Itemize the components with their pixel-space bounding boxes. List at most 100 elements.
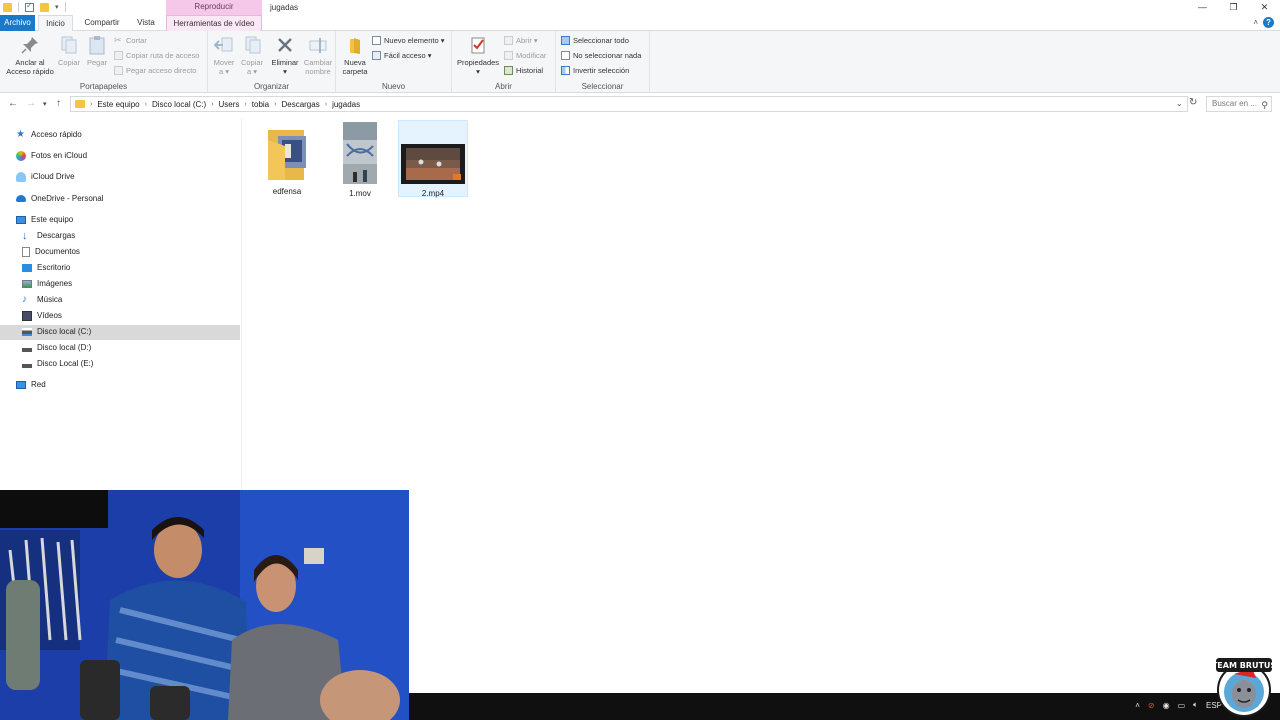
show-hidden-icons-chevron-icon[interactable]: ˄ [1135, 701, 1140, 710]
collapse-ribbon-chevron-icon[interactable]: ˄ [1253, 18, 1258, 27]
back-arrow-icon[interactable]: ← [8, 98, 18, 109]
nav-item-documents[interactable]: Documentos [22, 244, 80, 259]
new-folder-button[interactable]: Nueva carpeta [340, 35, 370, 76]
up-arrow-icon[interactable]: ↑ [56, 98, 61, 109]
breadcrumb-this-pc[interactable]: Este equipo [97, 100, 139, 109]
move-to-icon [214, 37, 233, 52]
tab-file[interactable]: Archivo [0, 15, 35, 31]
breadcrumb-tobia[interactable]: tobia [252, 100, 269, 109]
file-item-folder[interactable]: edfensa [252, 124, 322, 196]
edit-icon [504, 51, 513, 60]
address-bar[interactable]: › Este equipo › Disco local (C:) › Users… [70, 96, 1188, 112]
properties-button[interactable]: Propiedades ▾ [456, 35, 500, 76]
drive-c-icon [22, 327, 32, 336]
paste-shortcut-button[interactable]: Pegar acceso directo [114, 66, 196, 75]
open-icon [504, 36, 513, 45]
copy-to-button[interactable]: Copiar a ▾ [238, 35, 266, 76]
breadcrumb-disk-c[interactable]: Disco local (C:) [152, 100, 206, 109]
folder-thumbnail-icon [268, 130, 306, 180]
nav-item-disk-e[interactable]: Disco Local (E:) [22, 356, 93, 371]
clipboard-group: Anclar al Acceso rápido Copiar Pegar ✂ C… [0, 31, 208, 93]
nav-item-icloud-drive[interactable]: iCloud Drive [16, 169, 75, 184]
maximize-button[interactable]: ❐ [1218, 0, 1249, 15]
file-item-video[interactable]: 1.mov [325, 122, 395, 198]
tab-share[interactable]: Compartir [78, 15, 126, 31]
new-item-button[interactable]: Nuevo elemento ▾ [372, 36, 444, 45]
easy-access-icon [372, 51, 381, 60]
nav-item-pictures[interactable]: Imágenes [22, 276, 72, 291]
ribbon: Anclar al Acceso rápido Copiar Pegar ✂ C… [0, 31, 1280, 93]
select-none-icon [561, 51, 570, 60]
tab-video-tools[interactable]: Herramientas de vídeo [166, 15, 262, 32]
rename-button[interactable]: Cambiar nombre [302, 35, 334, 76]
select-group: Seleccionar todo No seleccionar nada Inv… [556, 31, 650, 93]
copy-button[interactable]: Copiar [56, 35, 82, 67]
nav-item-network[interactable]: Red [16, 377, 46, 392]
antivirus-icon[interactable]: ⊘ [1148, 701, 1155, 710]
easy-access-button[interactable]: Fácil acceso ▾ [372, 51, 432, 60]
invert-selection-button[interactable]: Invertir selección [561, 66, 629, 75]
recent-locations-chevron-icon[interactable]: ▾ [43, 100, 47, 108]
nav-item-this-pc[interactable]: Este equipo [16, 212, 73, 227]
move-to-button[interactable]: Mover a ▾ [210, 35, 238, 76]
history-button[interactable]: Historial [504, 66, 543, 75]
edit-button[interactable]: Modificar [504, 51, 546, 60]
cut-button[interactable]: ✂ Cortar [114, 35, 147, 46]
organize-group-label: Organizar [253, 82, 290, 91]
nav-item-videos[interactable]: Vídeos [22, 308, 62, 323]
open-group-label: Abrir [495, 82, 512, 91]
address-row: ← → ▾ ↑ › Este equipo › Disco local (C:)… [0, 94, 1280, 114]
breadcrumb-users[interactable]: Users [219, 100, 240, 109]
network-tray-icon[interactable]: ▭ [1178, 701, 1186, 710]
computer-icon [16, 215, 26, 224]
copy-path-button[interactable]: Copiar ruta de acceso [114, 51, 199, 60]
icloud-photos-icon [16, 150, 26, 161]
nav-item-disk-d[interactable]: Disco local (D:) [22, 340, 91, 355]
nav-item-quick-access[interactable]: ★ Acceso rápido [16, 127, 82, 142]
select-all-button[interactable]: Seleccionar todo [561, 36, 629, 45]
nav-item-desktop[interactable]: Escritorio [22, 260, 70, 275]
copy-icon [61, 36, 77, 54]
delete-button[interactable]: Eliminar ▾ [270, 35, 300, 76]
volume-icon[interactable]: 🔈︎ [1193, 700, 1198, 710]
new-folder-qat-icon[interactable] [40, 2, 49, 12]
nav-item-onedrive[interactable]: OneDrive - Personal [16, 191, 103, 206]
refresh-icon[interactable]: ↻ [1189, 97, 1197, 108]
search-input[interactable]: Buscar en ... ⚲ [1206, 96, 1272, 112]
nav-item-music[interactable]: ♪ Música [22, 292, 62, 307]
help-icon[interactable]: ? [1263, 17, 1274, 28]
properties-qat-icon[interactable] [25, 1, 34, 12]
close-button[interactable]: ✕ [1249, 0, 1280, 15]
file-name: edfensa [272, 187, 302, 196]
minimize-button[interactable]: — [1187, 0, 1218, 15]
nav-item-icloud-photos[interactable]: Fotos en iCloud [16, 148, 87, 163]
scissors-icon: ✂ [114, 35, 122, 45]
drive-e-icon [22, 359, 32, 368]
video-thumbnail-icon [343, 122, 377, 184]
taskbar: ˄ ⊘ ◉ ▭ 🔈︎ ESP [409, 693, 1280, 720]
select-none-button[interactable]: No seleccionar nada [561, 51, 641, 60]
file-name: 1.mov [349, 189, 371, 198]
copy-path-icon [114, 51, 123, 60]
paste-button[interactable]: Pegar [84, 35, 110, 67]
tab-home[interactable]: Inicio [38, 15, 73, 32]
navigation-pane: ★ Acceso rápido Fotos en iCloud iCloud D… [0, 118, 242, 490]
tab-view[interactable]: Vista [130, 15, 162, 31]
onedrive-cloud-icon [16, 195, 26, 202]
system-tray: ˄ ⊘ ◉ ▭ 🔈︎ ESP [1135, 700, 1222, 710]
customize-qat-chevron-icon[interactable]: ▾ [55, 3, 59, 11]
file-item-video-selected[interactable]: 2.mp4 [398, 120, 468, 198]
breadcrumb-jugadas[interactable]: jugadas [332, 100, 360, 109]
open-button[interactable]: Abrir ▾ [504, 36, 538, 45]
new-group: Nueva carpeta Nuevo elemento ▾ Fácil acc… [336, 31, 452, 93]
organize-group: Mover a ▾ Copiar a ▾ Eliminar ▾ Cambiar … [208, 31, 336, 93]
nav-item-downloads[interactable]: ↓ Descargas [22, 228, 75, 243]
nav-item-disk-c[interactable]: Disco local (C:) [22, 324, 91, 339]
breadcrumb-descargas[interactable]: Descargas [281, 100, 319, 109]
pin-quick-access-button[interactable]: Anclar al Acceso rápido [4, 35, 56, 76]
steam-icon[interactable]: ◉ [1163, 701, 1170, 710]
logo-text: TEAM BRUTUS [1212, 661, 1276, 670]
paste-shortcut-icon [114, 66, 123, 75]
forward-arrow-icon[interactable]: → [26, 98, 36, 109]
address-history-chevron-icon[interactable]: ⌄ [1176, 99, 1183, 108]
